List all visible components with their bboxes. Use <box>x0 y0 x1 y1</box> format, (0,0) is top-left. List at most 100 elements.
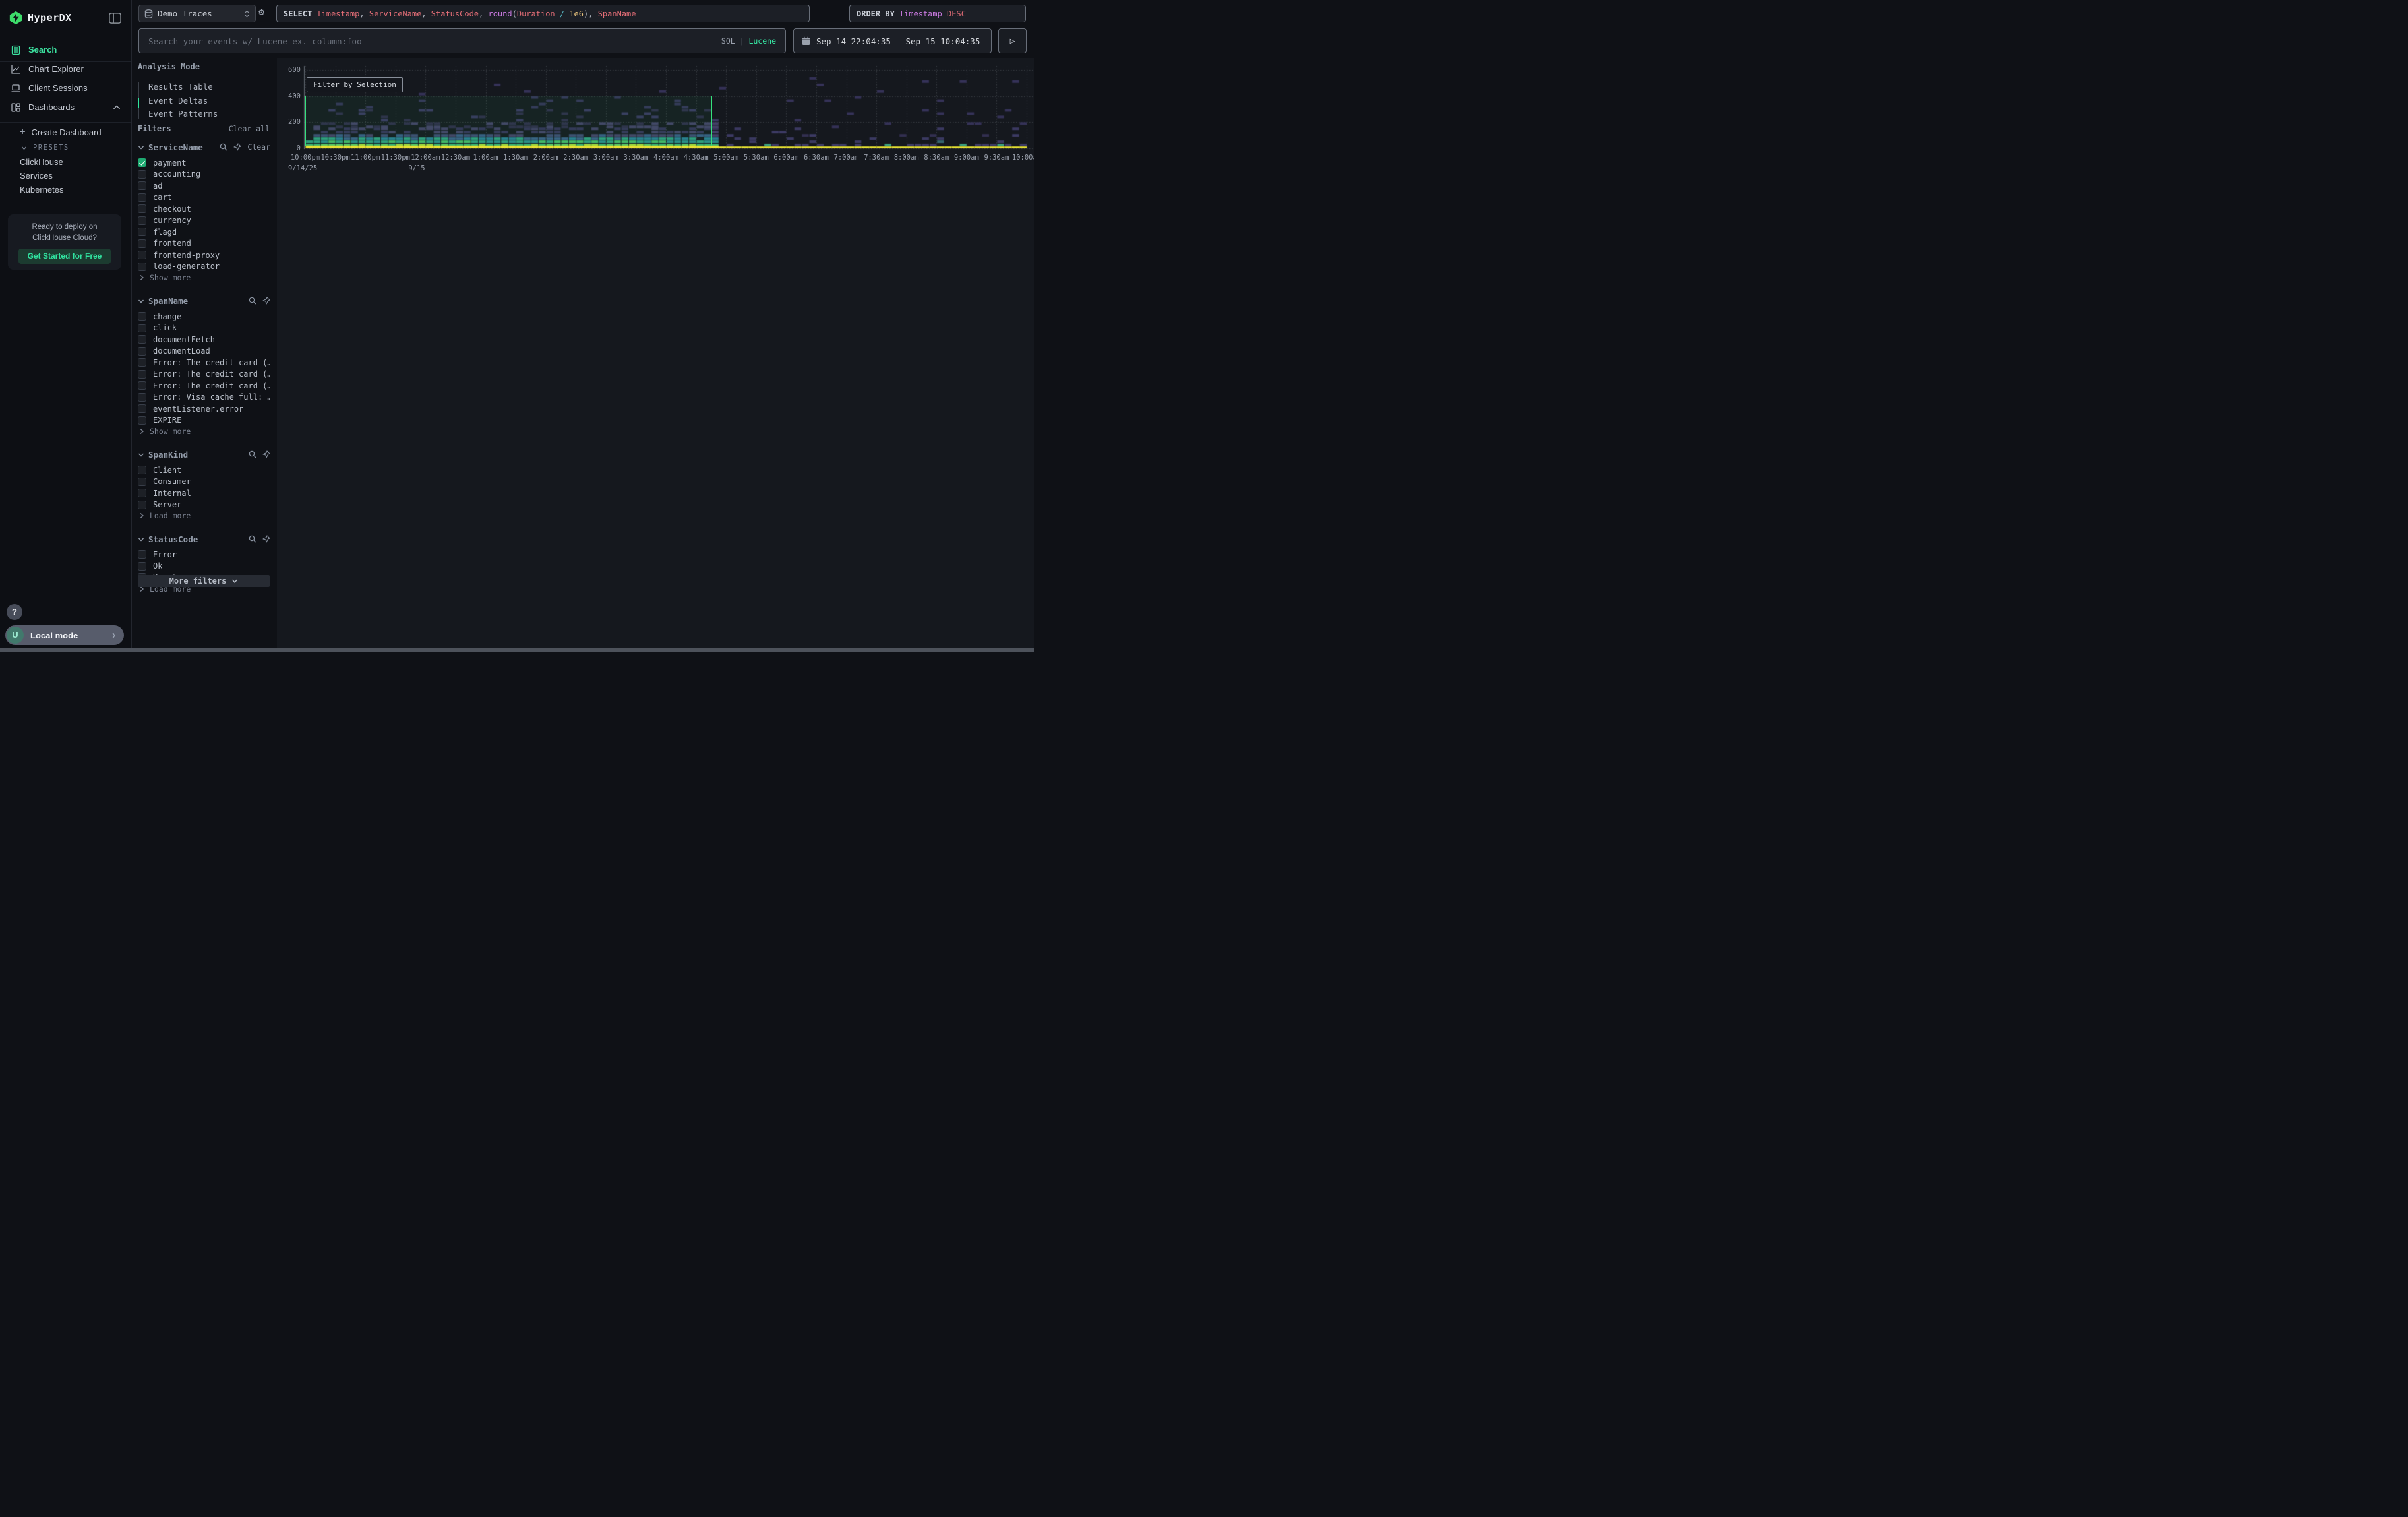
checkbox[interactable] <box>138 204 146 213</box>
more-filters-button[interactable]: More filters <box>138 575 270 587</box>
orderby-clause-input[interactable]: ORDER BYTimestamp DESC <box>849 5 1026 22</box>
filter-option-flagd[interactable]: flagd <box>138 226 270 238</box>
chevron-down-icon[interactable] <box>138 144 144 150</box>
search-icon[interactable] <box>249 297 256 305</box>
horizontal-scrollbar[interactable] <box>0 648 1034 652</box>
clear-button[interactable]: Clear <box>247 142 270 152</box>
checkbox[interactable] <box>138 550 146 559</box>
filter-option-server[interactable]: Server <box>138 499 270 511</box>
analysis-mode-event-patterns[interactable]: Event Patterns <box>138 108 270 121</box>
sidebar-collapse-icon[interactable] <box>108 11 122 25</box>
checkbox[interactable] <box>138 466 146 474</box>
filter-option-accounting[interactable]: accounting <box>138 169 270 181</box>
pin-icon[interactable] <box>262 450 270 458</box>
filter-option-cart[interactable]: cart <box>138 192 270 204</box>
checkbox[interactable] <box>138 228 146 236</box>
clear-all-button[interactable]: Clear all <box>229 124 270 133</box>
checkbox[interactable] <box>138 239 146 248</box>
show-more-button[interactable]: Show more <box>138 426 270 437</box>
filter-option-error-the-credit-card-[interactable]: Error: The credit card (… <box>138 380 270 392</box>
get-started-button[interactable]: Get Started for Free <box>18 249 111 264</box>
chevron-down-icon[interactable] <box>138 298 144 304</box>
chevron-down-icon[interactable] <box>138 452 144 458</box>
sidebar-item-services[interactable]: Services <box>0 169 151 182</box>
checkbox[interactable] <box>138 489 146 497</box>
sidebar-item-clickhouse[interactable]: ClickHouse <box>0 155 151 168</box>
filter-option-load-generator[interactable]: load-generator <box>138 261 270 273</box>
sql-mode-button[interactable]: SQL <box>721 36 735 46</box>
sidebar-item-chart-explorer[interactable]: Chart Explorer <box>0 59 131 78</box>
filter-option-eventlistener-error[interactable]: eventListener.error <box>138 403 270 415</box>
filter-option-checkout[interactable]: checkout <box>138 203 270 215</box>
run-query-button[interactable]: ▷ <box>998 28 1027 53</box>
filter-option-client[interactable]: Client <box>138 464 270 476</box>
time-range-picker[interactable]: Sep 14 22:04:35 - Sep 15 10:04:35 <box>793 28 992 53</box>
search-icon[interactable] <box>249 535 256 543</box>
checkbox[interactable] <box>138 181 146 190</box>
search-input[interactable] <box>139 36 721 46</box>
sidebar-item-kubernetes[interactable]: Kubernetes <box>0 183 151 196</box>
filter-option-change[interactable]: change <box>138 311 270 323</box>
filter-option-ad[interactable]: ad <box>138 180 270 192</box>
filter-option-payment[interactable]: payment <box>138 157 270 169</box>
pin-icon[interactable] <box>262 297 270 305</box>
show-more-button[interactable]: Show more <box>138 272 270 283</box>
load-more-button[interactable]: Load more <box>138 511 270 521</box>
filter-option-internal[interactable]: Internal <box>138 487 270 499</box>
help-button[interactable]: ? <box>7 604 22 620</box>
filter-option-expire[interactable]: EXPIRE <box>138 415 270 427</box>
sidebar-item-search[interactable]: Search <box>0 40 131 59</box>
checkbox[interactable] <box>138 193 146 202</box>
filter-by-selection-tooltip[interactable]: Filter by Selection <box>307 77 403 92</box>
checkbox[interactable] <box>138 263 146 271</box>
source-select[interactable]: Demo Traces <box>138 5 256 22</box>
analysis-mode-results-table[interactable]: Results Table <box>138 80 270 94</box>
filter-option-currency[interactable]: currency <box>138 215 270 227</box>
checkbox[interactable] <box>138 324 146 332</box>
checkbox[interactable] <box>138 416 146 425</box>
sidebar-item-dashboards[interactable]: Dashboards <box>0 98 131 117</box>
analysis-mode-event-deltas[interactable]: Event Deltas <box>138 94 270 108</box>
chart-selection-rect[interactable] <box>305 96 712 146</box>
pin-icon[interactable] <box>262 535 270 543</box>
filter-option-documentload[interactable]: documentLoad <box>138 346 270 357</box>
checkbox[interactable] <box>138 335 146 344</box>
filter-option-label: Error: The credit card (… <box>153 358 270 367</box>
filter-option-ok[interactable]: Ok <box>138 561 270 573</box>
pin-icon[interactable] <box>233 143 241 151</box>
search-icon[interactable] <box>249 450 256 458</box>
checkbox[interactable] <box>138 381 146 390</box>
checkbox[interactable] <box>138 478 146 486</box>
search-icon[interactable] <box>220 143 227 151</box>
checkbox[interactable] <box>138 501 146 509</box>
checkbox-checked[interactable] <box>138 158 146 167</box>
checkbox[interactable] <box>138 358 146 367</box>
filter-option-error-visa-cache-full-[interactable]: Error: Visa cache full: … <box>138 392 270 404</box>
sidebar-item-client-sessions[interactable]: Client Sessions <box>0 78 131 98</box>
checkbox[interactable] <box>138 404 146 413</box>
user-menu[interactable]: U Local mode ❯ <box>5 625 124 645</box>
filter-option-frontend-proxy[interactable]: frontend-proxy <box>138 249 270 261</box>
sidebar-item-create-dashboard[interactable]: + Create Dashboard <box>0 125 151 139</box>
checkbox[interactable] <box>138 347 146 356</box>
lucene-mode-button[interactable]: Lucene <box>748 36 776 46</box>
checkbox[interactable] <box>138 170 146 179</box>
sidebar-presets-header[interactable]: PRESETS <box>0 141 152 154</box>
filter-option-error-the-credit-card-[interactable]: Error: The credit card (… <box>138 369 270 381</box>
filter-option-click[interactable]: click <box>138 323 270 334</box>
chevron-down-icon[interactable] <box>138 536 144 542</box>
filter-option-label: load-generator <box>153 262 220 271</box>
checkbox[interactable] <box>138 370 146 379</box>
select-clause-input[interactable]: SELECTTimestamp, ServiceName, StatusCode… <box>276 5 810 22</box>
checkbox[interactable] <box>138 312 146 321</box>
filter-option-consumer[interactable]: Consumer <box>138 476 270 488</box>
filter-option-error-the-credit-card-[interactable]: Error: The credit card (… <box>138 357 270 369</box>
filter-option-frontend[interactable]: frontend <box>138 238 270 250</box>
filter-option-documentfetch[interactable]: documentFetch <box>138 334 270 346</box>
checkbox[interactable] <box>138 562 146 571</box>
checkbox[interactable] <box>138 216 146 225</box>
checkbox[interactable] <box>138 251 146 259</box>
checkbox[interactable] <box>138 393 146 402</box>
gear-icon[interactable]: ⚙ <box>258 6 264 18</box>
filter-option-error[interactable]: Error <box>138 549 270 561</box>
